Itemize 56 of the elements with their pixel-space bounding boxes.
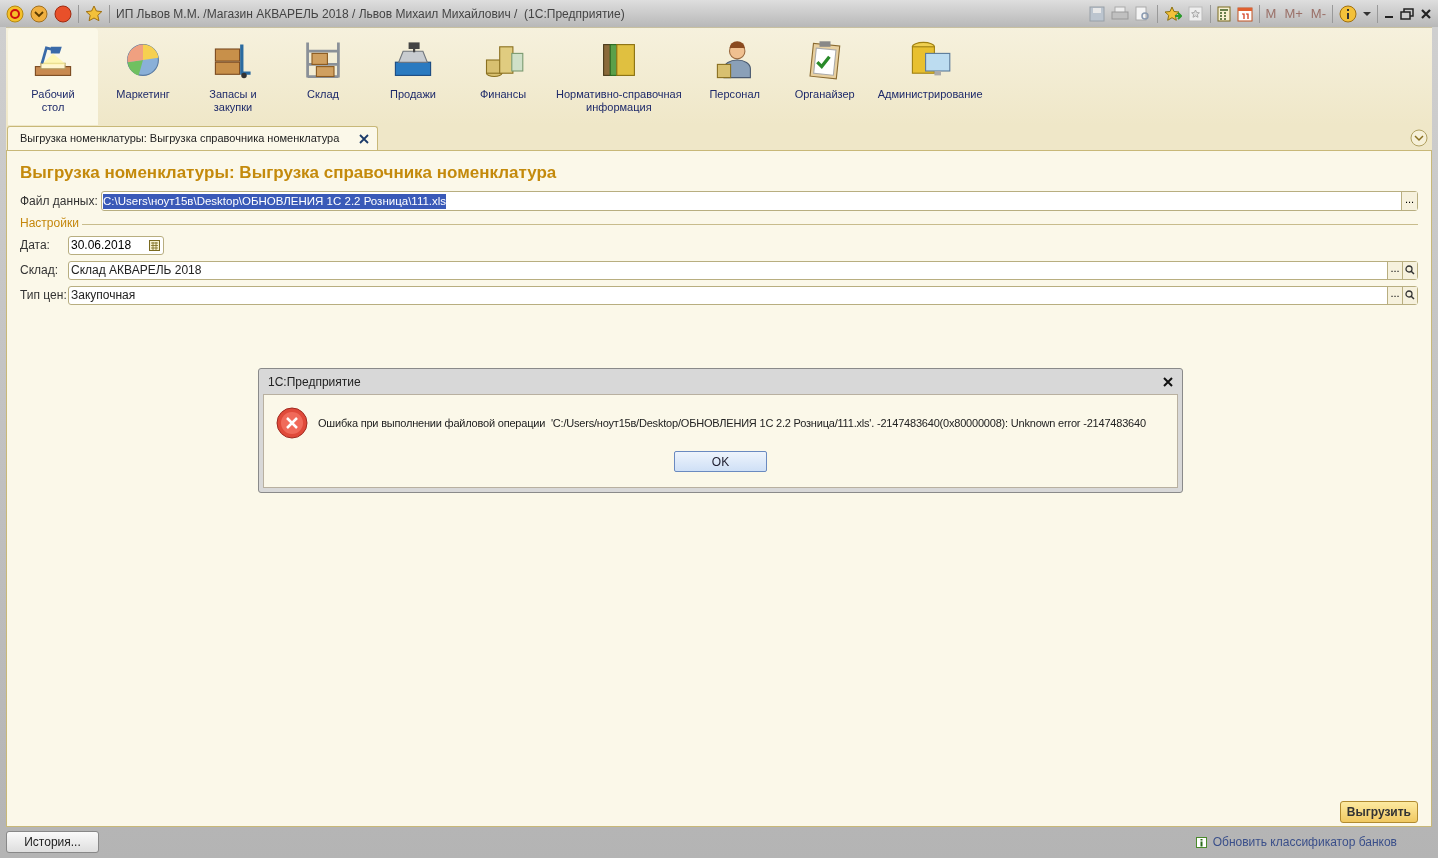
- select-button[interactable]: ...: [1387, 286, 1402, 304]
- dialog-title: 1С:Предприятие: [268, 373, 361, 391]
- close-icon[interactable]: [1420, 7, 1432, 20]
- menu-dropdown-icon[interactable]: [30, 4, 48, 23]
- field-label: Дата:: [20, 237, 51, 254]
- window-title: ИП Львов М.М. /Магазин АКВАРЕЛЬ 2018 / Львов Михаил Михайлович / (1С:Предприятие): [116, 5, 625, 23]
- caret-icon[interactable]: [1363, 10, 1371, 17]
- field-value: C:\Users\ноут15в\Desktop\ОБНОВЛЕНИЯ 1С 2.2 Розница\111.xls: [103, 193, 447, 209]
- form-tab[interactable]: Выгрузка номенклатуры: Выгрузка справочника номенклатура: [7, 126, 379, 150]
- form-title: Выгрузка номенклатуры: Выгрузка справочника номенклатура: [20, 162, 558, 182]
- star-icon[interactable]: [85, 4, 103, 23]
- section-button[interactable]: Персонал: [689, 28, 780, 125]
- field-label: Склад:: [20, 262, 60, 279]
- section-button[interactable]: Склад: [278, 28, 368, 125]
- error-message: Ошибка при выполнении файловой операции 'C:/Users/ноут15в/Desktop/ОБНОВЛЕНИЯ 1С 2.2 Розница/111.xls'. -2147483640(0x80000008): Unknown error -2147483640: [318, 415, 1146, 431]
- section-button[interactable]: Продажи: [368, 28, 458, 125]
- search-button[interactable]: [1402, 286, 1417, 304]
- update-link[interactable]: Обновить классификатор банков: [1212, 833, 1397, 851]
- search-icon: [1405, 290, 1415, 300]
- select-button[interactable]: ...: [1387, 261, 1402, 279]
- select-button[interactable]: ...: [1401, 192, 1417, 210]
- section-button[interactable]: Органайзер: [779, 28, 870, 125]
- history-button[interactable]: История...: [6, 831, 99, 853]
- section-button[interactable]: Администрирование: [869, 28, 991, 125]
- input-field[interactable]: Закупочная ...: [68, 285, 1418, 305]
- section-button[interactable]: Запасы и закупки: [188, 28, 278, 125]
- date-input-field[interactable]: 30.06.2018: [68, 235, 164, 255]
- input-field[interactable]: Склад АКВАРЕЛЬ 2018 ...: [68, 260, 1418, 280]
- info-icon[interactable]: [1339, 4, 1357, 23]
- section-button[interactable]: Нормативно-справочная информация: [548, 28, 690, 125]
- field-value: Склад АКВАРЕЛЬ 2018: [71, 262, 202, 279]
- search-icon: [1405, 265, 1415, 275]
- close-icon[interactable]: [1163, 376, 1173, 387]
- expand-icon[interactable]: [1410, 129, 1428, 147]
- field-value: Закупочная: [71, 287, 136, 304]
- section-button[interactable]: Рабочий стол: [8, 28, 98, 125]
- app-logo-icon[interactable]: [6, 4, 24, 23]
- search-button[interactable]: [1402, 261, 1417, 279]
- file-input-field[interactable]: C:\Users\ноут15в\Desktop\ОБНОВЛЕНИЯ 1С 2.2 Розница\111.xls ...: [101, 191, 1418, 211]
- group-title: Настройки: [20, 215, 79, 232]
- error-icon: [276, 407, 308, 439]
- export-button[interactable]: Выгрузить: [1339, 801, 1418, 823]
- ok-button[interactable]: OK: [674, 451, 767, 472]
- add-favorite-icon[interactable]: [1163, 5, 1182, 22]
- calendar-icon[interactable]: [149, 239, 160, 251]
- calendar-icon[interactable]: [1236, 5, 1253, 22]
- field-label: Тип цен:: [20, 287, 68, 304]
- print-preview-icon[interactable]: [1134, 5, 1151, 22]
- info-icon: [1195, 836, 1207, 848]
- section-button[interactable]: Маркетинг: [98, 28, 188, 125]
- section-button[interactable]: Финансы: [458, 28, 548, 125]
- calculator-icon[interactable]: [1216, 5, 1231, 22]
- field-value: 30.06.2018: [71, 237, 132, 254]
- restore-icon[interactable]: [1400, 7, 1414, 20]
- field-label: Файл данных:: [20, 193, 99, 210]
- close-icon[interactable]: [359, 133, 370, 144]
